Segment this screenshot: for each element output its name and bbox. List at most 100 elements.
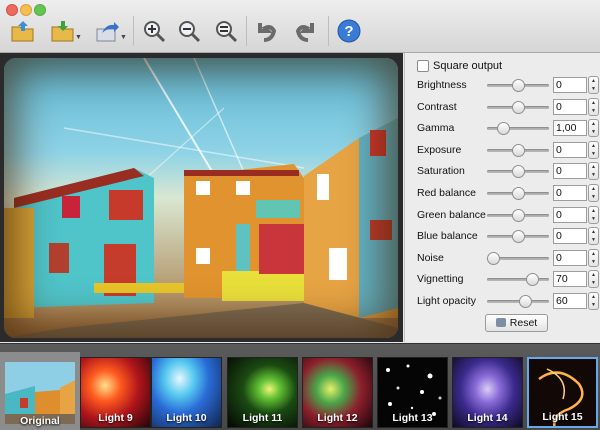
share-menu-chevron-down-icon[interactable]: ▼ xyxy=(120,34,127,41)
minimize-window-button[interactable] xyxy=(20,4,32,16)
square-output-label: Square output xyxy=(433,60,503,72)
save-folder-icon[interactable] xyxy=(48,17,78,45)
value-stepper[interactable]: ▲ ▼ xyxy=(588,248,599,267)
slider-knob[interactable] xyxy=(525,273,539,287)
slider-value-field[interactable]: 0 xyxy=(553,228,587,245)
square-output-checkbox[interactable] xyxy=(417,60,429,72)
slider-label: Light opacity xyxy=(417,295,476,307)
slider-row-blue-balance: Blue balance 0 ▲ ▼ xyxy=(405,226,600,246)
svg-text:?: ? xyxy=(344,23,353,40)
value-stepper[interactable]: ▲ ▼ xyxy=(588,205,599,224)
rotate-right-icon[interactable] xyxy=(290,17,320,45)
slider-row-vignetting: Vignetting 70 ▲ ▼ xyxy=(405,269,600,289)
slider-knob[interactable] xyxy=(487,251,501,265)
slider-track[interactable] xyxy=(487,273,549,287)
close-window-button[interactable] xyxy=(6,4,18,16)
thumbnail-light-13-label: Light 13 xyxy=(392,412,433,424)
slider-value-field[interactable]: 0 xyxy=(553,98,587,115)
slider-value-field[interactable]: 70 xyxy=(553,271,587,288)
value-stepper[interactable]: ▲ ▼ xyxy=(588,184,599,202)
thumbnail-original[interactable]: Original xyxy=(0,352,80,430)
adjustments-panel: Square output Brightness 0 ▲ ▼ Contrast 0 ▲ ▼ Ga… xyxy=(404,53,600,342)
thumbnail-light-15[interactable]: Light 15 xyxy=(527,357,598,428)
slider-track[interactable] xyxy=(487,143,549,157)
rotate-left-icon[interactable] xyxy=(252,17,282,45)
slider-label: Red balance xyxy=(417,187,476,199)
value-stepper[interactable]: ▲ ▼ xyxy=(588,292,599,310)
value-stepper[interactable]: ▲ ▼ xyxy=(588,270,599,289)
slider-row-exposure: Exposure 0 ▲ ▼ xyxy=(405,140,600,160)
slider-row-noise: Noise 0 ▲ ▼ xyxy=(405,248,600,268)
thumbnail-light-14[interactable]: Light 14 xyxy=(452,357,523,428)
slider-label: Exposure xyxy=(417,143,462,156)
thumbnail-light-9[interactable]: Light 9 xyxy=(80,357,151,428)
value-stepper[interactable]: ▲ ▼ xyxy=(588,227,599,246)
toolbar: ▼ ▼ ? xyxy=(0,0,600,53)
slider-track[interactable] xyxy=(487,165,549,179)
thumbnail-light-11[interactable]: Light 11 xyxy=(227,357,298,428)
value-stepper[interactable]: ▲ ▼ xyxy=(588,162,599,181)
slider-track[interactable] xyxy=(487,79,549,92)
slider-label: Contrast xyxy=(417,100,457,113)
thumbnail-light-12[interactable]: Light 12 xyxy=(302,357,373,428)
value-stepper[interactable]: ▲ ▼ xyxy=(588,119,599,138)
slider-value-field[interactable]: 60 xyxy=(553,293,587,309)
value-stepper[interactable]: ▲ ▼ xyxy=(588,140,599,159)
slider-label: Gamma xyxy=(417,122,455,135)
slider-track[interactable] xyxy=(487,208,549,222)
thumbnail-light-10-label: Light 10 xyxy=(166,412,207,424)
square-output-row[interactable]: Square output xyxy=(417,60,502,72)
slider-value-field[interactable]: 0 xyxy=(553,141,587,158)
slider-knob[interactable] xyxy=(512,208,525,222)
slider-value-field[interactable]: 1,00 xyxy=(553,120,587,137)
slider-knob[interactable] xyxy=(512,187,525,200)
slider-knob[interactable] xyxy=(512,230,525,244)
slider-row-light-opacity: Light opacity 60 ▲ ▼ xyxy=(405,291,600,311)
slider-value-field[interactable]: 0 xyxy=(553,206,587,223)
save-menu-chevron-down-icon[interactable]: ▼ xyxy=(75,34,82,41)
slider-knob[interactable] xyxy=(512,165,525,179)
slider-value-field[interactable]: 0 xyxy=(553,77,587,93)
slider-label: Noise xyxy=(417,251,444,264)
thumbnail-light-13[interactable]: Light 13 xyxy=(377,357,448,428)
slider-row-green-balance: Green balance 0 ▲ ▼ xyxy=(405,205,600,225)
slider-row-saturation: Saturation 0 ▲ ▼ xyxy=(405,161,600,181)
slider-value-field[interactable]: 0 xyxy=(553,163,587,180)
photo-preview xyxy=(4,58,398,338)
slider-track[interactable] xyxy=(487,100,549,114)
zoom-in-icon[interactable] xyxy=(140,17,170,45)
slider-track[interactable] xyxy=(487,251,549,265)
thumbnail-light-10[interactable]: Light 10 xyxy=(151,357,222,428)
zoom-fit-icon[interactable] xyxy=(212,17,242,45)
zoom-window-button[interactable] xyxy=(34,4,46,16)
slider-label: Blue balance xyxy=(417,230,478,243)
value-stepper[interactable]: ▲ ▼ xyxy=(588,76,599,94)
slider-track[interactable] xyxy=(487,230,549,244)
slider-label: Brightness xyxy=(417,79,467,91)
slider-row-contrast: Contrast 0 ▲ ▼ xyxy=(405,97,600,117)
slider-label: Vignetting xyxy=(417,273,464,286)
slider-track[interactable] xyxy=(487,122,549,136)
slider-value-field[interactable]: 0 xyxy=(553,249,587,266)
reset-button[interactable]: Reset xyxy=(485,314,548,332)
zoom-out-icon[interactable] xyxy=(175,17,205,45)
reset-icon xyxy=(495,318,506,327)
slider-row-red-balance: Red balance 0 ▲ ▼ xyxy=(405,183,600,203)
slider-track[interactable] xyxy=(487,295,549,308)
help-icon[interactable]: ? xyxy=(334,17,364,45)
value-stepper[interactable]: ▲ ▼ xyxy=(588,97,599,116)
slider-track[interactable] xyxy=(487,187,549,200)
thumbnail-light-14-label: Light 14 xyxy=(467,412,508,424)
slider-knob[interactable] xyxy=(519,295,533,308)
slider-value-field[interactable]: 0 xyxy=(553,185,587,201)
share-icon[interactable] xyxy=(92,17,122,45)
slider-knob[interactable] xyxy=(512,79,525,92)
open-folder-icon[interactable] xyxy=(8,17,38,45)
slider-knob[interactable] xyxy=(496,122,510,136)
photo-preview-area xyxy=(0,53,403,342)
effects-thumbnail-strip: Original Light 9 Light 10 Light 11 Light… xyxy=(0,343,600,430)
slider-knob[interactable] xyxy=(512,100,525,114)
thumbnail-light-12-label: Light 12 xyxy=(317,412,358,424)
thumbnail-light-11-label: Light 11 xyxy=(242,412,283,424)
slider-knob[interactable] xyxy=(512,143,525,157)
